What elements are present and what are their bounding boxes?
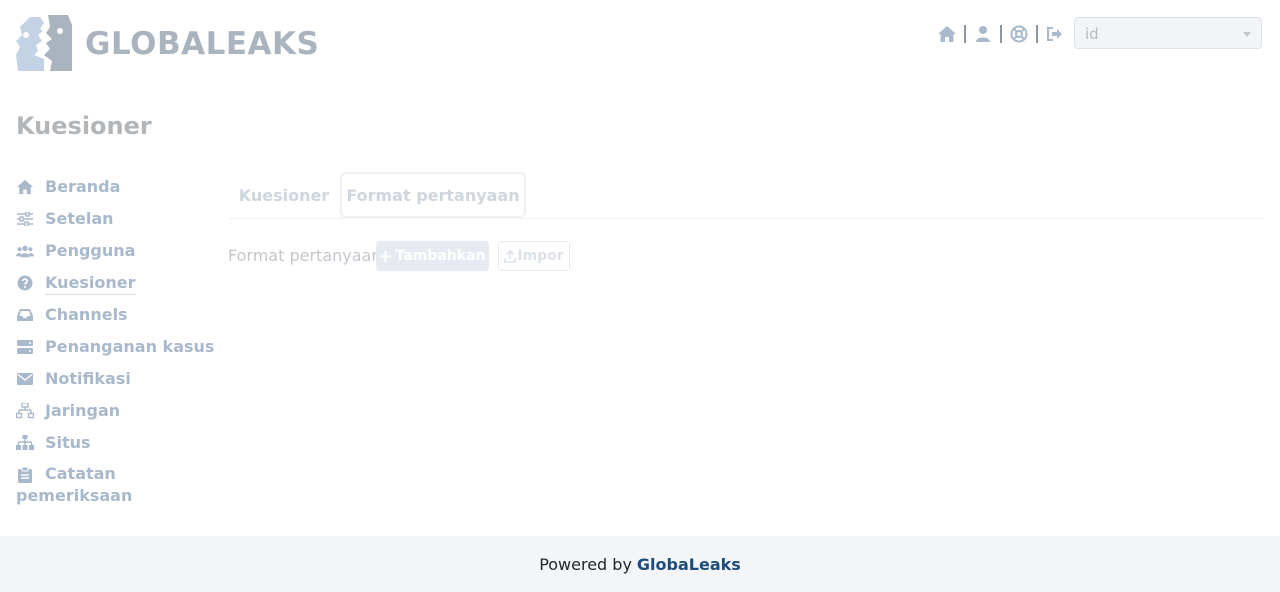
add-button[interactable]: Tambahkan bbox=[376, 241, 489, 271]
divider bbox=[964, 25, 966, 43]
globaleaks-logo[interactable]: GLOBALEAKS bbox=[16, 15, 319, 73]
page-title: Kuesioner bbox=[16, 112, 152, 140]
footer: Powered by GlobaLeaks bbox=[0, 536, 1280, 592]
sidebar-item-pengguna[interactable]: Pengguna bbox=[16, 240, 206, 272]
sidebar: Beranda Setelan Pengguna Kuesioner Chann… bbox=[16, 176, 214, 520]
sidebar-item-label: Notifikasi bbox=[45, 369, 131, 388]
sidebar-item-label: Channels bbox=[45, 305, 128, 324]
section-label: Format pertanyaan bbox=[228, 246, 382, 265]
home-icon bbox=[16, 178, 34, 196]
logo-faces-icon bbox=[16, 15, 72, 71]
plus-icon bbox=[379, 250, 391, 262]
language-select[interactable]: id bbox=[1074, 17, 1262, 49]
sidebar-item-beranda[interactable]: Beranda bbox=[16, 176, 206, 208]
add-button-label: Tambahkan bbox=[395, 248, 486, 264]
sidebar-item-situs[interactable]: Situs bbox=[16, 432, 206, 464]
header-nav bbox=[937, 24, 1065, 44]
sidebar-item-channels[interactable]: Channels bbox=[16, 304, 206, 336]
sitemap-icon bbox=[16, 434, 34, 452]
sidebar-item-setelan[interactable]: Setelan bbox=[16, 208, 206, 240]
user-icon[interactable] bbox=[973, 24, 993, 44]
sidebar-item-kuesioner[interactable]: Kuesioner bbox=[16, 272, 206, 304]
divider bbox=[1036, 25, 1038, 43]
footer-brand-link[interactable]: GlobaLeaks bbox=[637, 555, 741, 574]
chevron-down-icon bbox=[1243, 32, 1251, 37]
inbox-icon bbox=[16, 306, 34, 324]
import-button[interactable]: Impor bbox=[498, 241, 570, 271]
question-circle-icon bbox=[16, 274, 34, 292]
sidebar-item-label: Situs bbox=[45, 433, 91, 452]
upload-icon bbox=[504, 249, 517, 263]
sidebar-item-catatan-pemeriksaan[interactable]: Catatan pemeriksaan bbox=[16, 464, 206, 520]
sidebar-item-label: Penanganan kasus bbox=[45, 337, 215, 356]
envelope-icon bbox=[16, 370, 34, 388]
tab-format-pertanyaan[interactable]: Format pertanyaan bbox=[340, 172, 526, 218]
logo-text: GLOBALEAKS bbox=[85, 25, 320, 62]
sidebar-item-label: Setelan bbox=[45, 209, 114, 228]
divider bbox=[1000, 25, 1002, 43]
home-icon[interactable] bbox=[937, 24, 957, 44]
tab-kuesioner[interactable]: Kuesioner bbox=[228, 172, 340, 218]
sidebar-item-label: Jaringan bbox=[45, 401, 121, 420]
lifebuoy-icon[interactable] bbox=[1009, 24, 1029, 44]
sliders-icon bbox=[16, 210, 34, 228]
sidebar-item-label: Catatan bbox=[45, 464, 116, 483]
clipboard-icon bbox=[16, 466, 34, 484]
tab-bar: Kuesioner Format pertanyaan bbox=[228, 172, 1264, 219]
sidebar-item-notifikasi[interactable]: Notifikasi bbox=[16, 368, 206, 400]
sidebar-item-label: Pengguna bbox=[45, 241, 136, 260]
logout-icon[interactable] bbox=[1045, 24, 1065, 44]
language-value: id bbox=[1085, 25, 1099, 43]
sidebar-item-penanganan-kasus[interactable]: Penanganan kasus bbox=[16, 336, 214, 368]
footer-prefix: Powered by bbox=[539, 554, 632, 574]
network-icon bbox=[16, 402, 34, 420]
sidebar-item-jaringan[interactable]: Jaringan bbox=[16, 400, 206, 432]
sidebar-item-label-line2: pemeriksaan bbox=[16, 486, 133, 505]
import-button-label: Impor bbox=[517, 248, 564, 264]
server-icon bbox=[16, 338, 34, 356]
sidebar-item-label: Beranda bbox=[45, 177, 121, 196]
sidebar-item-label: Kuesioner bbox=[45, 273, 136, 295]
users-icon bbox=[16, 242, 34, 260]
